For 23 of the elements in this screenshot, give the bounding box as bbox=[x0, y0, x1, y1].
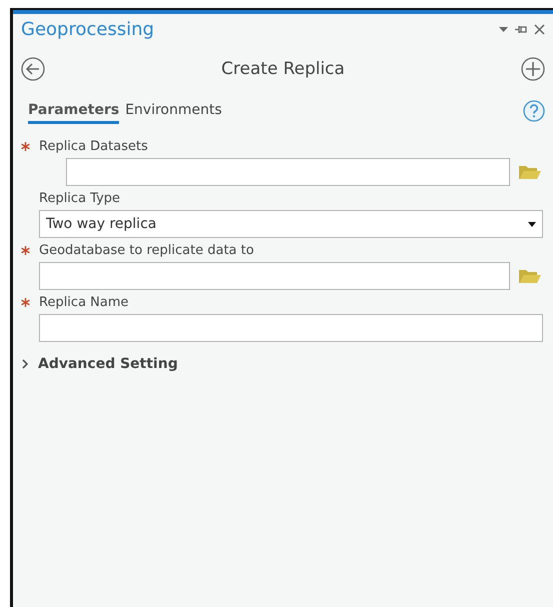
dropdown-caret-icon[interactable] bbox=[499, 26, 508, 32]
back-icon[interactable] bbox=[21, 57, 45, 81]
dropdown-caret-icon bbox=[528, 222, 536, 226]
pin-icon[interactable] bbox=[515, 24, 527, 34]
dropdown-field[interactable]: Two way replica bbox=[39, 210, 543, 238]
pane-title: Geoprocessing bbox=[21, 18, 156, 40]
parameter-label: Replica Datasets bbox=[39, 138, 149, 156]
parameter-label: Geodatabase to replicate data to bbox=[39, 242, 255, 260]
tool-title: Create Replica bbox=[220, 59, 346, 79]
folder-icon[interactable] bbox=[518, 268, 541, 284]
folder-icon[interactable] bbox=[518, 164, 541, 180]
section-toggle[interactable]: Advanced Setting bbox=[21, 356, 178, 372]
help-icon[interactable] bbox=[523, 100, 545, 122]
chevron-right-icon bbox=[21, 359, 29, 369]
tab[interactable]: Environments bbox=[125, 98, 222, 124]
parameter-label: Replica Type bbox=[39, 190, 122, 208]
input-field[interactable] bbox=[39, 262, 510, 290]
close-icon[interactable] bbox=[534, 24, 545, 34]
parameter-label: Replica Name bbox=[39, 294, 130, 312]
tab[interactable]: Parameters bbox=[28, 98, 120, 124]
add-icon[interactable] bbox=[521, 57, 545, 81]
input-field[interactable] bbox=[66, 158, 510, 186]
input-field[interactable] bbox=[39, 314, 543, 342]
